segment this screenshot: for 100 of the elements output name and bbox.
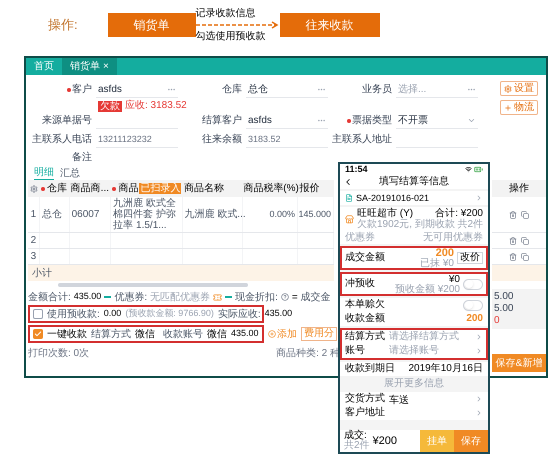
field-label: 主联系人电话 <box>32 135 92 145</box>
row-label: 冲预收 <box>345 279 375 289</box>
input-field[interactable]: 总仓 <box>246 82 328 98</box>
field-label: 备注 <box>72 153 92 163</box>
input-field[interactable]: 选择... <box>396 82 478 98</box>
column-header: 商品名称 <box>184 184 224 194</box>
copy-icon[interactable] <box>521 252 529 260</box>
row-value: 车送 <box>389 395 409 406</box>
field-label: 来源单据号 <box>42 116 92 126</box>
coupon-label: 优惠券 <box>345 232 375 242</box>
row-label: 收款金额 <box>345 314 385 324</box>
split-button[interactable]: 费用分 <box>301 327 337 341</box>
prepay-value: ¥0 <box>448 274 460 284</box>
subtotal-row <box>492 265 546 281</box>
table-cell-text: 九洲鹿 欧式全棉四件套 护弥拉率 1.5/1... <box>113 198 178 231</box>
scan-badge: 已扫录入 <box>139 183 182 194</box>
item-count: 共2件 <box>344 441 370 451</box>
row-number: 2 <box>30 234 36 248</box>
hold-order-button[interactable]: 挂单 <box>420 430 454 452</box>
method-field[interactable]: 微信 <box>135 326 155 342</box>
prepay-note: (预收款金额: 9766.90) <box>125 307 214 320</box>
received-amount: 200 <box>466 314 483 324</box>
add-button[interactable]: 添加 <box>268 326 297 342</box>
save-and-new-button[interactable]: 保存&新增 <box>492 354 546 372</box>
input-field[interactable]: asfds <box>246 113 328 129</box>
page-tab[interactable]: 首页 <box>26 58 62 75</box>
field-label: 主联系人地址 <box>332 135 392 145</box>
summary-value: 5.00 <box>494 303 514 315</box>
field-label: 客户 <box>72 85 92 95</box>
settings-icon[interactable] <box>30 184 38 192</box>
store-icon <box>345 214 354 224</box>
coupon-value: 无可用优惠券 <box>423 232 483 242</box>
detail-tab[interactable]: 汇总 <box>60 168 80 180</box>
expand-more-link[interactable]: 展开更多信息 <box>384 379 444 389</box>
total-label: 金额合计: <box>28 290 71 304</box>
prepay-label: 使用预收款: <box>47 308 100 322</box>
save-button[interactable]: 保存 <box>454 430 488 452</box>
field-label: 结算客户 <box>202 116 242 126</box>
deal-amount: 200 <box>436 248 454 258</box>
total-value: 435.00 <box>74 290 102 304</box>
row-label: 收款到期日 <box>345 364 395 374</box>
delete-icon[interactable] <box>509 210 517 218</box>
help-icon[interactable] <box>280 293 289 301</box>
select-field[interactable]: 请选择账号 <box>389 346 471 356</box>
toggle-switch[interactable] <box>463 278 483 290</box>
table-cell: 九洲鹿 欧式... <box>184 209 246 220</box>
add-button[interactable]: 物流 <box>500 100 538 115</box>
rounding-note: 已抹 ¥0 <box>420 258 454 268</box>
table-cell: 145.000 <box>298 209 331 220</box>
copy-icon[interactable] <box>521 210 529 218</box>
field-label: 票据类型 <box>352 116 392 126</box>
toggle-switch[interactable] <box>463 300 483 310</box>
print-count: 打印次数: 0次 <box>28 346 90 360</box>
document-icon <box>345 194 353 202</box>
flow-step: 销货单 <box>108 13 196 37</box>
account-label: 收款账号 <box>163 328 203 342</box>
row-label: 结算方式 <box>345 332 385 342</box>
row-label: 账号 <box>345 346 366 356</box>
customer-note: 欠款1902元, 到期收款 <box>357 219 455 230</box>
chevron-down-icon[interactable] <box>467 116 476 125</box>
checkbox[interactable] <box>33 329 43 339</box>
table-cell: 总仓 <box>42 209 62 220</box>
row-number: 3 <box>30 250 36 264</box>
page-tab[interactable]: 销货单 × <box>62 58 117 75</box>
input-field[interactable]: asfds <box>96 82 178 98</box>
close-tab[interactable]: × <box>103 59 109 74</box>
plus-icon <box>504 104 512 112</box>
discount-label: 现金折扣: <box>235 290 278 304</box>
input-field[interactable]: 不开票 <box>396 113 478 129</box>
actual-value: 435.00 <box>264 307 292 320</box>
input-field: 13211123232 <box>96 132 178 148</box>
checkbox[interactable] <box>33 309 43 319</box>
chevron-right-icon[interactable] <box>475 194 483 202</box>
deal-label: 成交: <box>344 431 367 441</box>
column-header: 仓库 <box>46 184 67 194</box>
customer-name: 旺旺超市 (Y) <box>357 208 414 219</box>
row-label: 客户地址 <box>345 408 385 418</box>
prepay-note: 预收金额 ¥200 <box>394 284 460 294</box>
quick-pay-label: 一键收款 <box>47 328 87 342</box>
ticket-icon[interactable] <box>213 292 222 302</box>
row-label: 本单赊欠 <box>345 300 385 310</box>
select-field[interactable]: 请选择结算方式 <box>389 332 471 342</box>
copy-icon[interactable] <box>521 236 529 244</box>
due-date[interactable]: 2019年10月16日 <box>408 364 483 374</box>
delete-icon[interactable] <box>509 252 517 260</box>
summary-value: 5.00 <box>494 291 514 303</box>
account-field[interactable]: 微信 <box>207 326 227 342</box>
coupon-field[interactable]: 无匹配优惠券 <box>150 290 210 304</box>
flow-step: 往来收款 <box>280 13 380 37</box>
equals-sign: = <box>292 290 298 304</box>
dashed-arrow-icon <box>196 21 280 29</box>
column-header: 报价 <box>299 184 320 194</box>
change-price-button[interactable]: 改价 <box>457 252 483 264</box>
scrollbar[interactable] <box>58 283 248 287</box>
settings-button[interactable]: 设置 <box>500 81 538 96</box>
operation-label: 操作: <box>48 16 78 34</box>
delete-icon[interactable] <box>509 236 517 244</box>
order-total: 合计: ¥200 <box>435 208 483 219</box>
screen-title: 填写结算等信息 <box>378 177 450 187</box>
amount-value: 435.00 <box>231 327 259 340</box>
